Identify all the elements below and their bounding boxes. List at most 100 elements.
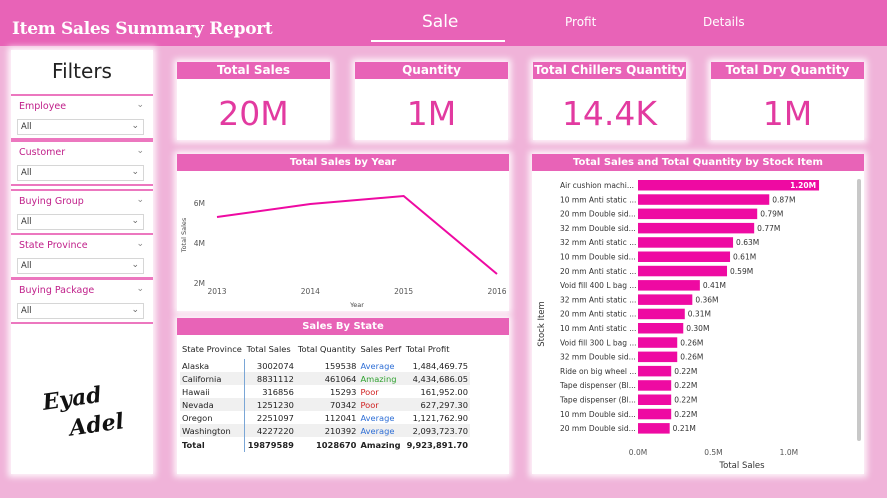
table-row[interactable]: Alaska 3002074 159538 Average 1,484,469.75 xyxy=(180,359,470,372)
active-tab-underline xyxy=(371,40,505,42)
employee-dropdown[interactable]: All ⌄ xyxy=(17,119,144,135)
table-cell: Poor xyxy=(358,398,404,411)
kpi-label: Total Sales xyxy=(177,62,330,79)
kpi-total-sales: Total Sales 20M xyxy=(177,62,330,140)
bar xyxy=(638,308,685,320)
category-label: 10 mm Double sid... xyxy=(560,410,636,419)
column-header[interactable]: State Province xyxy=(180,338,245,359)
category-label: 20 mm Anti static ... xyxy=(560,310,636,319)
chevron-down-icon: ⌄ xyxy=(131,167,139,177)
sales-by-stock-item-chart[interactable]: Total Sales and Total Quantity by Stock … xyxy=(532,154,864,474)
table-cell: 2251097 xyxy=(244,411,296,424)
sales-by-state-table[interactable]: Sales By State State Province Total Sale… xyxy=(177,318,509,474)
bar xyxy=(638,423,670,434)
table-cell: Oregon xyxy=(182,412,213,423)
bar xyxy=(638,351,678,363)
slicer-buying-group[interactable]: Buying Group ⌄ All ⌄ xyxy=(11,189,153,235)
category-label: 20 mm Double sid... xyxy=(560,210,636,219)
customer-dropdown[interactable]: All ⌄ xyxy=(17,165,144,181)
slicer-state-province[interactable]: State Province ⌄ All ⌄ xyxy=(11,233,153,279)
category-label: 32 mm Anti static ... xyxy=(560,238,636,247)
bar xyxy=(638,237,734,248)
table-cell: 19879589 xyxy=(244,437,296,452)
slicer-customer[interactable]: Customer ⌄ All ⌄ xyxy=(11,140,153,186)
slicer-label: State Province xyxy=(19,240,88,251)
table-row[interactable]: Washington 4227220 210392 Average 2,093,723.… xyxy=(180,424,470,437)
chevron-down-icon[interactable]: ⌄ xyxy=(136,284,144,294)
tab-details[interactable]: Details xyxy=(703,15,745,29)
column-header[interactable]: Sales Perf xyxy=(358,338,403,359)
table-cell: Poor xyxy=(360,386,379,397)
table-cell: 8831112 xyxy=(244,372,296,385)
slicer-value: All xyxy=(21,168,32,178)
chevron-down-icon[interactable]: ⌄ xyxy=(136,195,144,205)
table-cell: 112041 xyxy=(324,412,357,423)
category-label: Tape dispenser (Bl... xyxy=(559,381,636,390)
table-cell: Average xyxy=(360,360,395,371)
bar xyxy=(638,380,672,391)
x-tick-label: 2015 xyxy=(394,287,413,296)
state-province-dropdown[interactable]: All ⌄ xyxy=(17,258,144,274)
tab-sale[interactable]: Sale xyxy=(422,12,458,32)
table-cell: 627,297.30 xyxy=(403,398,470,411)
x-axis-title: Total Sales xyxy=(718,461,765,471)
chart-scrollbar[interactable] xyxy=(857,179,861,441)
column-header[interactable]: Total Profit xyxy=(404,338,470,359)
sales-by-year-chart[interactable]: Total Sales by Year 2M 4M 6M 2013 2014 2015 20… xyxy=(177,154,509,311)
table-cell: Average xyxy=(358,424,404,437)
chevron-down-icon: ⌄ xyxy=(131,260,139,270)
kpi-label: Total Dry Quantity xyxy=(711,62,864,79)
column-header[interactable]: Total Quantity xyxy=(296,338,359,359)
buying-package-dropdown[interactable]: All ⌄ xyxy=(17,303,144,319)
table-cell: Amazing xyxy=(358,372,404,385)
chevron-down-icon[interactable]: ⌄ xyxy=(136,146,144,156)
category-label: 20 mm Double sid... xyxy=(560,424,636,433)
slicer-value: All xyxy=(21,261,32,271)
data-label: 0.63M xyxy=(736,238,759,247)
category-label: Void fill 400 L bag ... xyxy=(560,281,637,290)
data-label: 0.26M xyxy=(680,338,703,347)
slicer-buying-package[interactable]: Buying Package ⌄ All ⌄ xyxy=(11,278,153,324)
x-axis-title: Year xyxy=(349,301,364,309)
svg-text:Adel: Adel xyxy=(66,408,126,440)
bar xyxy=(638,194,770,205)
x-tick-label: 0.0M xyxy=(629,448,647,457)
data-label: 0.41M xyxy=(703,281,726,290)
table-row[interactable]: Nevada 1251230 70342 Poor 627,297.30 xyxy=(180,398,470,411)
table-cell: 316856 xyxy=(244,385,296,398)
data-label: 0.22M xyxy=(674,410,697,419)
data-label: 0.87M xyxy=(772,195,795,204)
tab-profit[interactable]: Profit xyxy=(565,15,596,29)
table-cell: 461064 xyxy=(295,372,359,385)
table-total-row: Total 19879589 1028670 Amazing 9,923,891.70 xyxy=(180,437,470,452)
table-row[interactable]: California 8831112 461064 Amazing 4,434,686.… xyxy=(180,372,470,385)
chevron-down-icon[interactable]: ⌄ xyxy=(136,100,144,110)
kpi-label: Quantity xyxy=(355,62,508,79)
kpi-value: 20M xyxy=(218,94,289,133)
kpi-quantity: Quantity 1M xyxy=(355,62,508,140)
bar xyxy=(638,280,700,291)
chevron-down-icon[interactable]: ⌄ xyxy=(136,239,144,249)
buying-group-dropdown[interactable]: All ⌄ xyxy=(17,214,144,230)
category-label: 20 mm Anti static ... xyxy=(560,267,636,276)
data-label: 0.77M xyxy=(757,224,780,233)
kpi-chillers-quantity: Total Chillers Quantity 14.4K xyxy=(533,62,686,140)
data-label: 0.31M xyxy=(688,310,711,319)
table-row[interactable]: Hawaii 316856 15293 Poor 161,952.00 xyxy=(180,385,470,398)
slicer-employee[interactable]: Employee ⌄ All ⌄ xyxy=(11,94,153,140)
data-label: 0.22M xyxy=(674,396,697,405)
table-row[interactable]: Oregon 2251097 112041 Average 1,121,762.90 xyxy=(180,411,470,424)
category-label: 32 mm Double sid... xyxy=(560,224,636,233)
table-cell: Hawaii xyxy=(182,386,210,397)
report-title: Item Sales Summary Report xyxy=(12,19,273,39)
data-label: 0.30M xyxy=(686,324,709,333)
column-header[interactable]: Total Sales xyxy=(245,338,296,359)
x-tick-label: 2016 xyxy=(487,287,506,296)
category-label: Tape dispenser (Bl... xyxy=(559,396,636,405)
y-tick-label: 6M xyxy=(194,199,205,208)
bar xyxy=(638,251,731,262)
data-label: 0.59M xyxy=(730,267,753,276)
bar xyxy=(638,394,672,405)
data-label: 0.36M xyxy=(695,295,718,304)
svg-text:Eyad: Eyad xyxy=(41,382,103,416)
